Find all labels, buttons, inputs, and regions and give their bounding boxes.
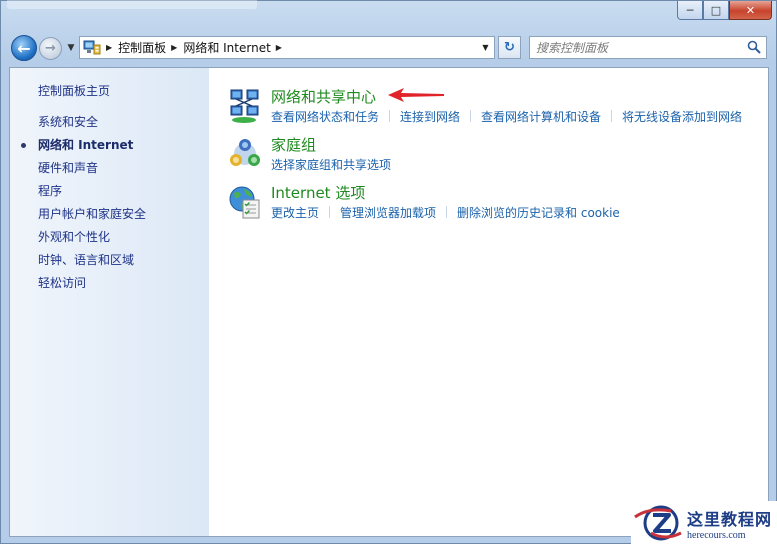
- search-box[interactable]: [529, 36, 767, 59]
- breadcrumb-separator-icon[interactable]: ▶: [171, 43, 177, 52]
- link-delete-browsing-history[interactable]: 删除浏览的历史记录和 cookie: [457, 204, 620, 221]
- sidebar-item-network-internet[interactable]: 网络和 Internet: [20, 137, 146, 160]
- link-divider: [446, 206, 448, 218]
- sidebar-item-user-accounts[interactable]: 用户帐户和家庭安全: [38, 206, 146, 229]
- refresh-button[interactable]: ↻: [498, 36, 521, 59]
- title-bar[interactable]: ─ □ ✕: [1, 0, 777, 25]
- category-title-homegroup[interactable]: 家庭组: [271, 134, 316, 155]
- category-links-internet-options: 更改主页 管理浏览器加载项 删除浏览的历史记录和 cookie: [271, 204, 620, 221]
- back-arrow-icon: ←: [17, 38, 31, 58]
- close-button[interactable]: ✕: [729, 1, 772, 20]
- refresh-icon: ↻: [504, 40, 515, 55]
- sidebar: 控制面板主页 系统和安全 网络和 Internet 硬件和声音 程序 用户帐户和…: [10, 68, 209, 536]
- address-bar[interactable]: ▶ 控制面板 ▶ 网络和 Internet ▶ ▼: [79, 36, 495, 59]
- link-connect-to-network[interactable]: 连接到网络: [400, 108, 460, 125]
- caption-buttons: ─ □ ✕: [677, 1, 772, 20]
- link-view-network-computers[interactable]: 查看网络计算机和设备: [481, 108, 601, 125]
- category-title-internet-options[interactable]: Internet 选项: [271, 182, 365, 203]
- maximize-icon: □: [710, 3, 722, 17]
- link-divider: [389, 110, 391, 122]
- sidebar-item-clock-language-region[interactable]: 时钟、语言和区域: [38, 252, 146, 275]
- watermark-en: herecours.com: [687, 529, 746, 541]
- address-dropdown-button[interactable]: ▼: [477, 37, 494, 58]
- sidebar-item-programs[interactable]: 程序: [38, 183, 146, 206]
- back-button[interactable]: ←: [11, 35, 37, 61]
- chevron-down-icon: ▼: [67, 43, 75, 53]
- navigation-bar: ← → ▼ ▶ 控制面板 ▶ 网络和 Internet ▶ ▼ ↻: [1, 31, 777, 63]
- forward-arrow-icon: →: [45, 41, 56, 56]
- control-panel-window: ─ □ ✕ ← → ▼ ▶ 控制面板 ▶ 网络和 Internet ▶ ▼ ↻ …: [0, 0, 777, 544]
- main-panel: 网络和共享中心 查看网络状态和任务 连接到网络 查看网络计算机和设备 将无线设备…: [209, 68, 768, 536]
- sidebar-item-hardware-sound[interactable]: 硬件和声音: [38, 160, 146, 183]
- control-panel-icon: [83, 39, 101, 56]
- forward-button[interactable]: →: [39, 37, 62, 60]
- link-add-wireless-device[interactable]: 将无线设备添加到网络: [622, 108, 742, 125]
- network-icon[interactable]: [227, 88, 263, 124]
- sidebar-item-system-security[interactable]: 系统和安全: [38, 114, 146, 137]
- link-divider: [611, 110, 613, 122]
- link-divider: [470, 110, 472, 122]
- sidebar-item-appearance[interactable]: 外观和个性化: [38, 229, 146, 252]
- minimize-icon: ─: [686, 3, 694, 17]
- link-change-homepage[interactable]: 更改主页: [271, 204, 319, 221]
- homegroup-icon[interactable]: [227, 136, 263, 172]
- link-homegroup-sharing-options[interactable]: 选择家庭组和共享选项: [271, 156, 391, 173]
- breadcrumb-network-internet[interactable]: 网络和 Internet: [183, 39, 270, 56]
- link-view-network-status[interactable]: 查看网络状态和任务: [271, 108, 379, 125]
- sidebar-item-ease-of-access[interactable]: 轻松访问: [38, 275, 146, 298]
- watermark-text: 这里教程网 herecours.com: [687, 506, 772, 541]
- search-icon[interactable]: [747, 40, 761, 54]
- title-bar-ghost: [7, 0, 257, 9]
- close-icon: ✕: [745, 3, 756, 17]
- link-divider: [329, 206, 331, 218]
- recent-pages-button[interactable]: ▼: [65, 41, 77, 55]
- breadcrumb-control-panel[interactable]: 控制面板: [118, 39, 166, 56]
- maximize-button[interactable]: □: [703, 1, 729, 20]
- breadcrumb-separator-icon[interactable]: ▶: [106, 43, 112, 52]
- search-input[interactable]: [536, 40, 746, 55]
- watermark: 这里教程网 herecours.com: [631, 501, 777, 544]
- internet-options-icon[interactable]: [227, 184, 263, 220]
- chevron-down-icon: ▼: [482, 43, 489, 52]
- link-manage-addons[interactable]: 管理浏览器加载项: [340, 204, 436, 221]
- watermark-cn: 这里教程网: [687, 509, 773, 529]
- content-area: 控制面板主页 系统和安全 网络和 Internet 硬件和声音 程序 用户帐户和…: [9, 67, 769, 537]
- minimize-button[interactable]: ─: [677, 1, 703, 20]
- sidebar-home-link[interactable]: 控制面板主页: [38, 82, 110, 99]
- breadcrumb-separator-icon[interactable]: ▶: [276, 43, 282, 52]
- category-links-homegroup: 选择家庭组和共享选项: [271, 156, 391, 173]
- annotation-arrow-icon: [388, 88, 444, 102]
- category-links-network-sharing: 查看网络状态和任务 连接到网络 查看网络计算机和设备 将无线设备添加到网络: [271, 108, 742, 125]
- sidebar-list: 系统和安全 网络和 Internet 硬件和声音 程序 用户帐户和家庭安全 外观…: [20, 114, 146, 298]
- category-title-network-sharing[interactable]: 网络和共享中心: [271, 86, 376, 107]
- watermark-logo-icon: [634, 505, 682, 541]
